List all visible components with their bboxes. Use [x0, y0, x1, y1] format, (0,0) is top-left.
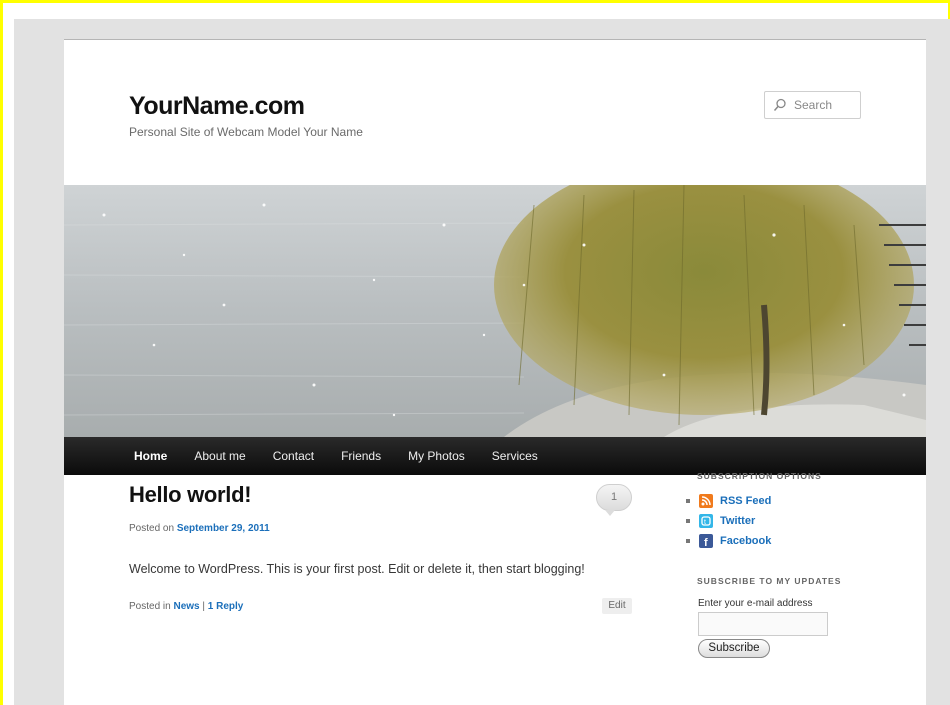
list-item: f Facebook: [686, 531, 771, 551]
facebook-link[interactable]: Facebook: [720, 535, 771, 547]
content-area: Hello world! 1 Posted on September 29, 2…: [64, 3, 926, 705]
screenshot-frame: YourName.com Personal Site of Webcam Mod…: [0, 0, 950, 705]
facebook-icon: f: [699, 534, 713, 549]
replies-link[interactable]: 1 Reply: [208, 601, 244, 612]
email-field[interactable]: [698, 612, 828, 636]
comment-count-bubble[interactable]: 1: [596, 484, 632, 516]
twitter-link[interactable]: Twitter: [720, 515, 755, 527]
post-date-link[interactable]: September 29, 2011: [177, 523, 270, 534]
bullet: [686, 519, 690, 523]
rss-feed-link[interactable]: RSS Feed: [720, 495, 771, 507]
edit-button[interactable]: Edit: [602, 598, 632, 614]
posted-in-label: Posted in: [129, 601, 171, 612]
svg-text:f: f: [704, 537, 708, 548]
list-item: t Twitter: [686, 511, 771, 531]
post-content: Welcome to WordPress. This is your first…: [129, 562, 585, 576]
subscribe-button[interactable]: Subscribe: [698, 639, 770, 658]
post-meta: Posted on September 29, 2011: [129, 523, 270, 534]
bullet: [686, 499, 690, 503]
twitter-icon: t: [699, 514, 713, 528]
svg-text:t: t: [704, 519, 706, 526]
posted-on-label: Posted on: [129, 523, 175, 534]
subscription-list: RSS Feed t Twitter f Facebook: [686, 491, 771, 551]
subscribe-updates-title: SUBSCRIBE TO MY UPDATES: [697, 576, 842, 586]
footer-separator: |: [202, 601, 205, 612]
rss-icon: [699, 494, 713, 508]
post-footer: Posted in News | 1 Reply: [129, 601, 243, 612]
subscription-options-title: SUBSCRIPTION OPTIONS: [697, 471, 822, 481]
list-item: RSS Feed: [686, 491, 771, 511]
category-link[interactable]: News: [173, 601, 199, 612]
email-field-label: Enter your e-mail address: [698, 598, 813, 609]
post-title[interactable]: Hello world!: [129, 482, 252, 508]
bullet: [686, 539, 690, 543]
